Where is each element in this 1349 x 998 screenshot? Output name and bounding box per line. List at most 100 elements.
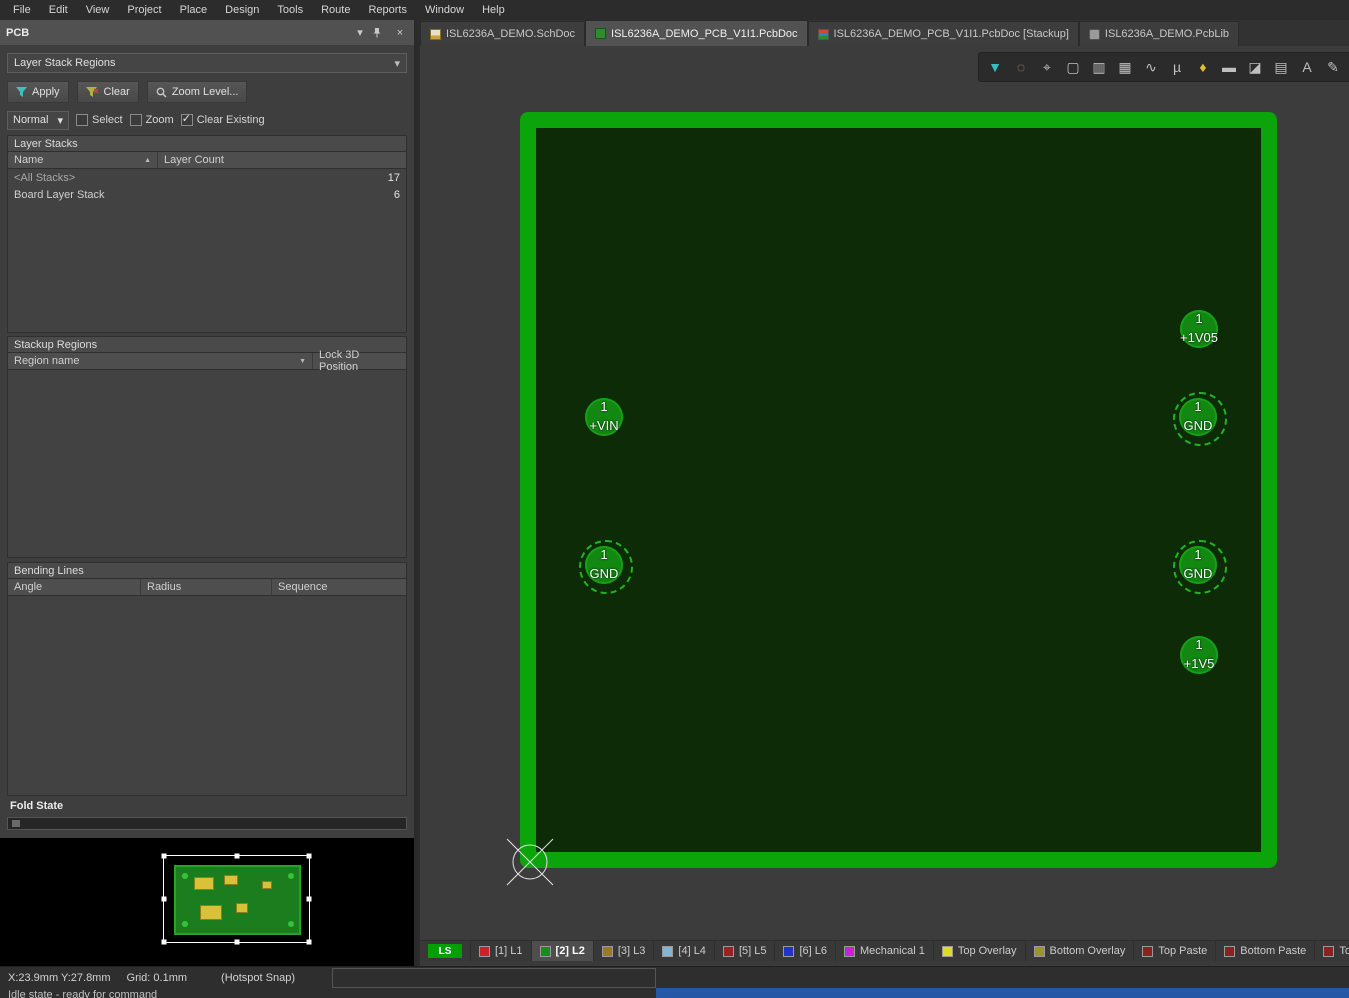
- clear-existing-option: Clear Existing: [181, 114, 265, 126]
- resize-handle[interactable]: [234, 940, 239, 945]
- resize-handle[interactable]: [162, 940, 167, 945]
- menu-window[interactable]: Window: [416, 2, 473, 18]
- origin-marker-icon: [497, 829, 563, 895]
- column-layer-count[interactable]: Layer Count: [158, 152, 406, 168]
- fold-state-slider-thumb[interactable]: [12, 820, 20, 827]
- pad-designator: 1: [1195, 637, 1202, 652]
- layer-set-icon[interactable]: ▬: [1216, 55, 1242, 79]
- column-sequence[interactable]: Sequence: [272, 579, 406, 595]
- layer-tab-top-paste[interactable]: Top Paste: [1134, 941, 1216, 962]
- layer-tab-top-solder[interactable]: Top Sol: [1315, 941, 1349, 962]
- chevron-down-icon[interactable]: ▾: [352, 26, 368, 39]
- preview-board: [174, 865, 301, 935]
- layer-color-swatch: [662, 946, 673, 957]
- zoom-checkbox[interactable]: [130, 114, 142, 126]
- layer-tab-bar: LS [1] L1 [2] L2 [3] L3 [4] L4 [5] L5 [6…: [420, 940, 1349, 961]
- menu-project[interactable]: Project: [118, 2, 170, 18]
- lasso-icon[interactable]: ◌: [1008, 55, 1034, 79]
- menu-edit[interactable]: Edit: [40, 2, 77, 18]
- menu-place[interactable]: Place: [171, 2, 217, 18]
- resize-handle[interactable]: [307, 854, 312, 859]
- pcb-panel-header: PCB ▾ ×: [0, 20, 414, 45]
- mask-mode-select[interactable]: Normal ▾: [7, 111, 69, 130]
- layer-tab-l3[interactable]: [3] L3: [594, 941, 655, 962]
- resize-handle[interactable]: [162, 897, 167, 902]
- pad-net-label: GND: [1184, 418, 1213, 433]
- layer-tab-ls[interactable]: LS: [420, 941, 471, 962]
- resize-handle[interactable]: [234, 854, 239, 859]
- doc-tab-pcbdoc-stackup[interactable]: ISL6236A_DEMO_PCB_V1I1.PcbDoc [Stackup]: [808, 21, 1079, 46]
- layer-tab-bottom-paste[interactable]: Bottom Paste: [1216, 941, 1315, 962]
- resize-handle[interactable]: [162, 854, 167, 859]
- layer-tab-l4[interactable]: [4] L4: [654, 941, 715, 962]
- menu-route[interactable]: Route: [312, 2, 359, 18]
- column-angle[interactable]: Angle: [8, 579, 141, 595]
- doc-tab-pcblib[interactable]: ISL6236A_DEMO.PcbLib: [1079, 21, 1239, 46]
- stackup-doc-icon: [818, 29, 829, 40]
- workspace: ISL6236A_DEMO.SchDoc ISL6236A_DEMO_PCB_V…: [420, 20, 1349, 966]
- apply-button[interactable]: Apply: [7, 81, 69, 103]
- pencil-icon[interactable]: ✎: [1320, 55, 1346, 79]
- column-region-name[interactable]: Region name ▼: [8, 353, 313, 369]
- column-lock-3d[interactable]: Lock 3D Position: [313, 353, 406, 369]
- menu-file[interactable]: File: [4, 2, 40, 18]
- pad-net-label: +1V5: [1184, 656, 1215, 671]
- status-bar: X:23.9mm Y:27.8mm Grid: 0.1mm (Hotspot S…: [0, 966, 1349, 988]
- column-chart-icon[interactable]: ▥: [1086, 55, 1112, 79]
- measure-icon[interactable]: µ: [1164, 55, 1190, 79]
- route-icon[interactable]: ∿: [1138, 55, 1164, 79]
- clear-button[interactable]: Clear: [77, 81, 139, 103]
- funnel-icon: [16, 87, 27, 97]
- clear-existing-checkbox[interactable]: [181, 114, 193, 126]
- resize-handle[interactable]: [307, 940, 312, 945]
- layer-tab-l1[interactable]: [1] L1: [471, 941, 532, 962]
- fold-state-slider[interactable]: [7, 817, 407, 830]
- layer-tab-l6[interactable]: [6] L6: [775, 941, 836, 962]
- pin-icon[interactable]: [372, 27, 388, 38]
- menu-design[interactable]: Design: [216, 2, 268, 18]
- board-preview[interactable]: [0, 838, 414, 966]
- bottom-blue-panel: [656, 988, 1349, 998]
- preview-viewport-rect[interactable]: [163, 855, 310, 943]
- column-radius[interactable]: Radius: [141, 579, 272, 595]
- polygon-icon[interactable]: ◪: [1242, 55, 1268, 79]
- select-checkbox[interactable]: [76, 114, 88, 126]
- menu-tools[interactable]: Tools: [268, 2, 312, 18]
- menu-bar: File Edit View Project Place Design Tool…: [0, 0, 1349, 20]
- layer-tab-l5[interactable]: [5] L5: [715, 941, 776, 962]
- column-name[interactable]: Name ▲: [8, 152, 158, 168]
- pad-designator: 1: [600, 547, 607, 562]
- resize-handle[interactable]: [307, 897, 312, 902]
- selection-box-icon[interactable]: ▢: [1060, 55, 1086, 79]
- pcb-canvas[interactable]: 1 +1V05 1 +VIN 1 GND 1 GND 1 GND 1 +1V5: [420, 46, 1349, 940]
- pad-net-label: +1V05: [1180, 330, 1218, 345]
- histogram-icon[interactable]: ▤: [1268, 55, 1294, 79]
- panel-mode-select[interactable]: Layer Stack Regions ▾: [7, 53, 407, 73]
- zoom-level-button[interactable]: Zoom Level...: [147, 81, 248, 103]
- layer-tab-mechanical-1[interactable]: Mechanical 1: [836, 941, 934, 962]
- fold-state-label: Fold State: [10, 800, 63, 812]
- layer-tab-l2[interactable]: [2] L2: [532, 941, 594, 962]
- table-row-all-stacks[interactable]: <All Stacks> 17: [8, 169, 406, 186]
- zoom-option: Zoom: [130, 114, 174, 126]
- layer-tab-bottom-overlay[interactable]: Bottom Overlay: [1026, 941, 1135, 962]
- close-icon[interactable]: ×: [392, 27, 408, 39]
- crosshair-icon[interactable]: ⌖: [1034, 55, 1060, 79]
- sort-asc-icon: ▲: [144, 157, 151, 164]
- menu-reports[interactable]: Reports: [359, 2, 416, 18]
- table-row-board-layer-stack[interactable]: Board Layer Stack 6: [8, 186, 406, 203]
- bending-lines-header: Bending Lines: [7, 562, 407, 579]
- pcb-board[interactable]: [520, 112, 1277, 868]
- filter-icon[interactable]: ▼: [982, 55, 1008, 79]
- place-pin-icon[interactable]: ♦: [1190, 55, 1216, 79]
- menu-help[interactable]: Help: [473, 2, 514, 18]
- doc-tab-schdoc[interactable]: ISL6236A_DEMO.SchDoc: [420, 21, 585, 46]
- grid-icon[interactable]: ▦: [1112, 55, 1138, 79]
- layer-tab-top-overlay[interactable]: Top Overlay: [934, 941, 1026, 962]
- layer-stacks-table: <All Stacks> 17 Board Layer Stack 6: [7, 169, 407, 333]
- doc-tab-pcbdoc[interactable]: ISL6236A_DEMO_PCB_V1I1.PcbDoc: [585, 20, 808, 46]
- text-icon[interactable]: A: [1294, 55, 1320, 79]
- document-tab-bar: ISL6236A_DEMO.SchDoc ISL6236A_DEMO_PCB_V…: [420, 20, 1349, 46]
- menu-view[interactable]: View: [77, 2, 119, 18]
- pad-net-label: +VIN: [589, 418, 618, 433]
